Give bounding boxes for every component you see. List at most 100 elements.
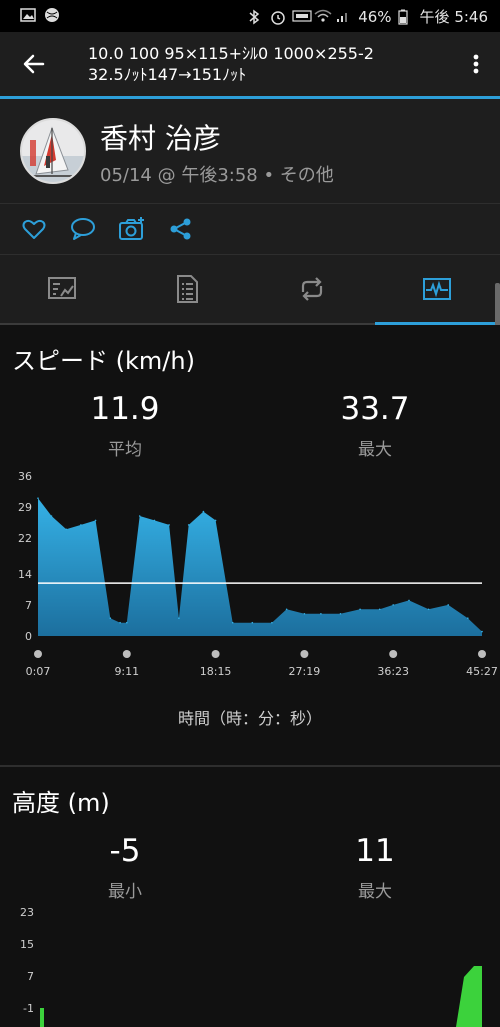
speed-x-tick-label: 9:11	[114, 665, 139, 678]
like-button[interactable]	[21, 216, 47, 242]
windsurf-photo-icon	[22, 120, 84, 182]
speed-data-point	[481, 630, 483, 633]
altitude-title: 高度 (m)	[12, 789, 110, 817]
speed-data-point	[94, 519, 97, 522]
speed-data-point	[202, 510, 205, 513]
speed-data-point	[320, 613, 322, 615]
battery-percent: 46%	[358, 7, 392, 26]
altitude-section: 高度 (m) -5 最小 11 最大 23 15 7 -1	[0, 767, 500, 1027]
overflow-menu-button[interactable]	[472, 50, 480, 78]
speed-y-tick-label: 29	[18, 501, 32, 514]
ball-icon	[44, 7, 60, 23]
activity-tabs	[0, 255, 500, 325]
speed-title: スピード (km/h)	[12, 347, 195, 375]
status-bar: 46% 午後 5:46	[0, 0, 500, 32]
altitude-min-value: -5	[109, 833, 141, 869]
speed-data-point	[427, 608, 430, 611]
altitude-y-tick-label: 23	[20, 906, 34, 919]
comment-button[interactable]	[70, 216, 96, 242]
gallery-icon	[20, 7, 36, 23]
altitude-chart[interactable]: 23 15 7 -1	[0, 902, 500, 1027]
tab-overview[interactable]	[0, 255, 125, 325]
speed-data-point	[392, 604, 395, 606]
speed-data-point	[378, 608, 381, 611]
speed-data-point	[359, 608, 361, 611]
speed-x-tick-dot	[478, 650, 486, 658]
chart-pulse-icon	[423, 278, 451, 300]
heart-icon	[22, 219, 46, 239]
speed-avg-label: 平均	[108, 440, 142, 460]
speed-data-point	[153, 519, 156, 522]
clock: 午後 5:46	[419, 8, 488, 26]
speed-x-tick-dot	[300, 650, 309, 658]
activity-title-line2: 32.5ﾉｯﾄ147→151ﾉｯﾄ	[88, 65, 247, 84]
speed-data-point	[50, 515, 53, 517]
activity-title-line1: 10.0 100 95×115+ｼﾙ0 1000×255-2	[88, 44, 374, 63]
speed-data-point	[214, 519, 217, 522]
signal-icon	[336, 9, 352, 25]
activity-title: 10.0 100 95×115+ｼﾙ0 1000×255-2 32.5ﾉｯﾄ14…	[88, 43, 374, 85]
altitude-area-series	[40, 1008, 44, 1027]
more-vert-icon	[473, 54, 479, 74]
speed-data-point	[109, 617, 112, 619]
speed-y-tick-label: 0	[25, 630, 32, 643]
comment-icon	[71, 218, 95, 240]
speed-data-point	[447, 604, 450, 606]
speed-data-point	[168, 524, 170, 526]
athlete-name: 香村 治彦	[100, 122, 221, 155]
speed-x-tick-dot	[389, 650, 398, 658]
activity-header: 香村 治彦 05/14 @ 午後3:58 • その他	[0, 99, 500, 203]
speed-data-point	[178, 617, 180, 619]
action-row	[0, 204, 500, 254]
speed-x-tick-label: 45:27	[466, 665, 498, 678]
speed-x-tick-label: 27:19	[289, 665, 321, 678]
speed-x-tick-dot	[211, 650, 220, 658]
add-photo-button[interactable]	[118, 216, 146, 242]
tab-details[interactable]	[125, 255, 250, 325]
speed-chart[interactable]: 36 29 22 14 7 0 0:07 9:11 18:15 27:19 36:23 45:27	[0, 465, 500, 685]
speed-data-point	[126, 621, 128, 624]
altitude-min-label: 最小	[108, 882, 142, 902]
speed-x-tick-label: 18:15	[200, 665, 232, 678]
alarm-icon	[270, 9, 286, 25]
battery-icon	[397, 9, 414, 25]
app-bar: 10.0 100 95×115+ｼﾙ0 1000×255-2 32.5ﾉｯﾄ14…	[0, 32, 500, 96]
speed-data-point	[251, 621, 254, 624]
speed-data-point	[80, 524, 82, 526]
speed-y-tick-label: 22	[18, 532, 32, 545]
altitude-y-tick-label: 7	[27, 970, 34, 983]
speed-x-axis-title: 時間（時：分：秒）	[177, 709, 322, 728]
tab-laps[interactable]	[250, 255, 375, 325]
speed-avg-value: 11.9	[90, 391, 160, 427]
back-button[interactable]	[20, 50, 48, 78]
speed-data-point	[231, 621, 234, 624]
altitude-max-label: 最大	[358, 882, 392, 902]
tab-charts[interactable]	[375, 255, 500, 325]
altitude-area-series	[456, 966, 482, 1027]
map-card-icon	[48, 277, 76, 299]
speed-x-tick-dot	[122, 650, 131, 658]
speed-data-point	[187, 524, 190, 526]
speed-data-point	[303, 613, 306, 615]
speed-data-point	[37, 497, 39, 499]
speed-x-tick-dot	[34, 650, 42, 658]
altitude-y-tick-label: -1	[23, 1002, 34, 1015]
speed-data-point	[271, 621, 273, 624]
repeat-icon	[301, 277, 323, 301]
share-button[interactable]	[168, 216, 194, 242]
back-arrow-icon	[23, 54, 45, 74]
speed-x-tick-label: 36:23	[377, 665, 409, 678]
speed-y-tick-label: 7	[25, 599, 32, 612]
speed-data-point	[119, 621, 121, 624]
bluetooth-icon	[248, 9, 264, 25]
speed-area-series	[38, 498, 482, 636]
speed-max-label: 最大	[358, 440, 392, 460]
speed-y-tick-label: 36	[18, 470, 32, 483]
avatar[interactable]	[20, 118, 86, 184]
speed-max-value: 33.7	[340, 391, 410, 427]
speed-y-tick-label: 14	[18, 568, 32, 581]
camera-plus-icon	[119, 217, 144, 240]
speed-data-point	[467, 617, 469, 619]
speed-data-point	[65, 528, 67, 531]
speed-data-point	[138, 515, 141, 517]
